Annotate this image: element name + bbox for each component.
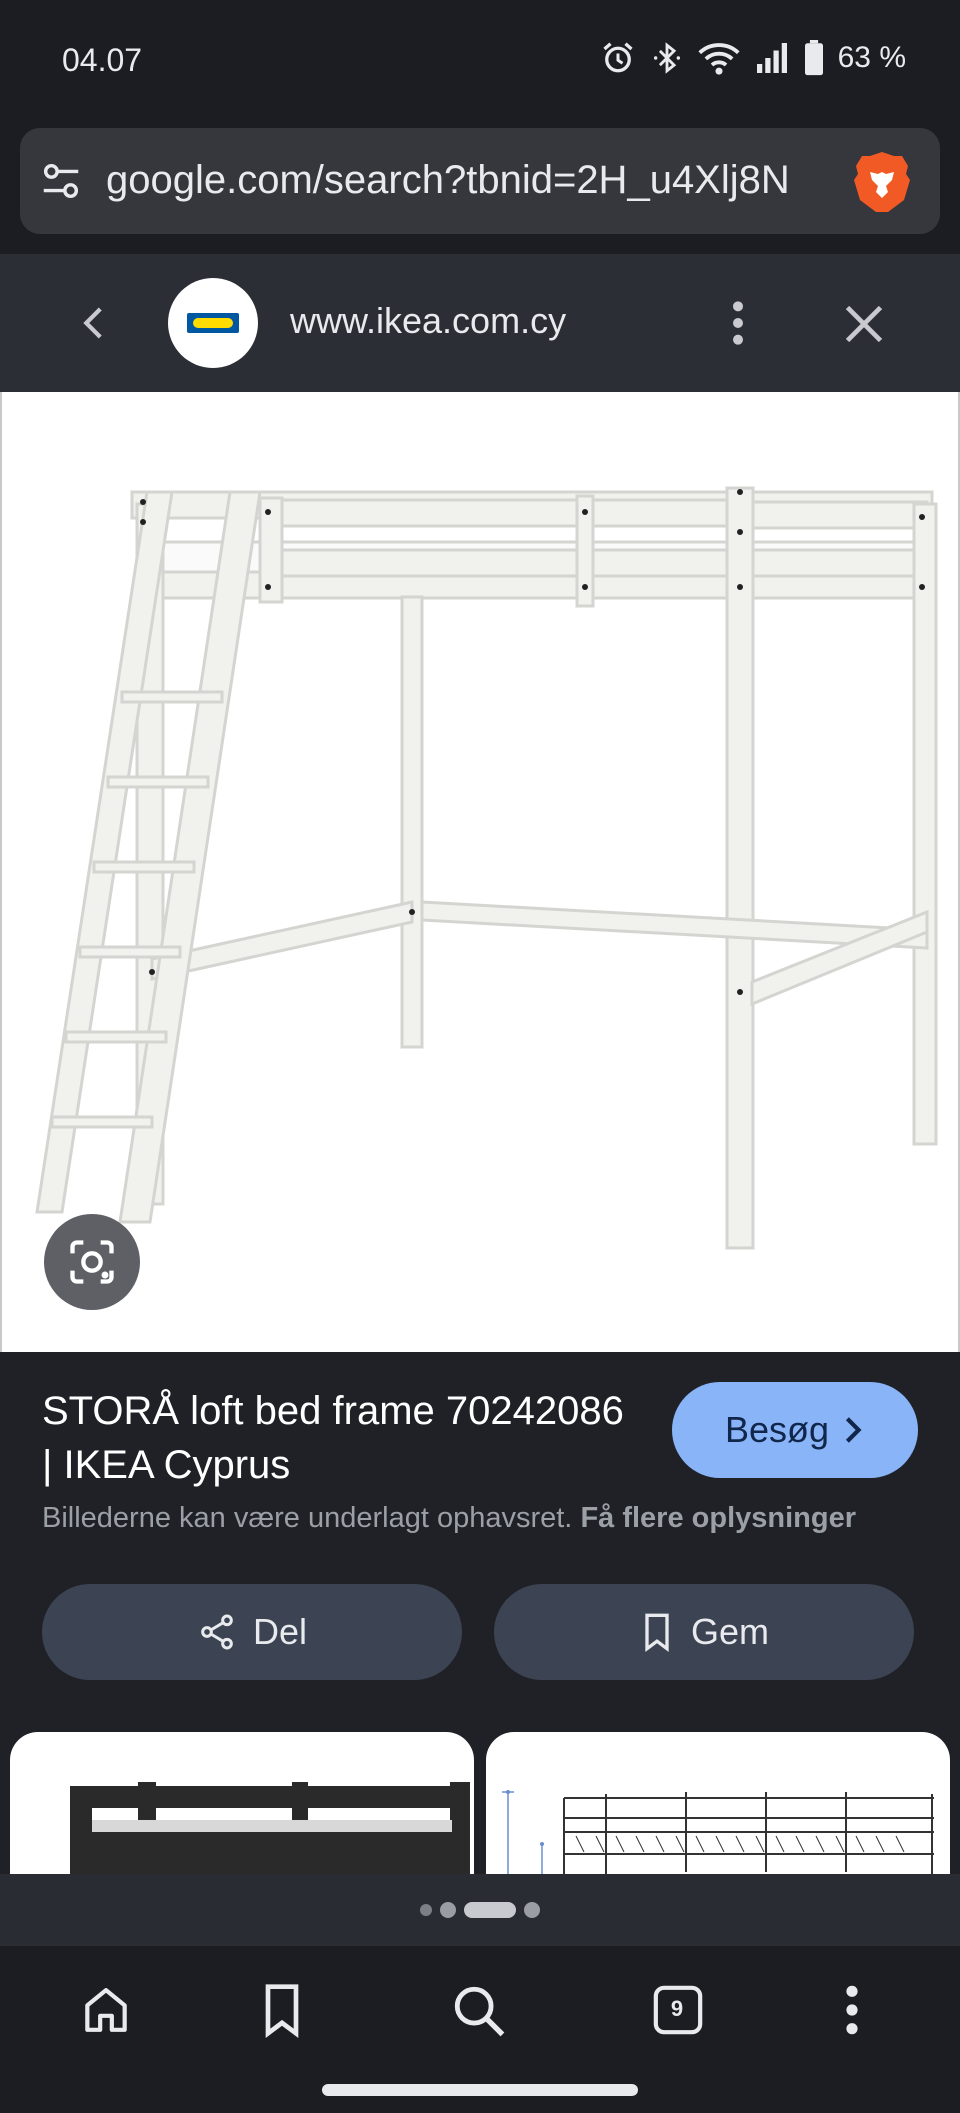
chevron-right-icon xyxy=(845,1417,862,1443)
bluetooth-icon xyxy=(653,42,680,74)
battery-icon xyxy=(804,40,823,76)
pager-dot[interactable] xyxy=(420,1904,432,1916)
tabs-button[interactable]: 9 xyxy=(650,1982,706,2038)
lens-button[interactable] xyxy=(44,1214,140,1310)
related-image-card[interactable] xyxy=(486,1732,950,1874)
copyright-text: Billederne kan være underlagt ophavsret. xyxy=(42,1502,573,1534)
more-vert-icon[interactable] xyxy=(722,298,754,348)
save-button[interactable]: Gem xyxy=(494,1584,914,1680)
tab-count: 9 xyxy=(670,1996,684,2021)
status-icons: 63 % xyxy=(600,40,906,76)
ikea-logo-mark xyxy=(187,313,239,333)
copyright-link[interactable]: Få flere oplysninger xyxy=(580,1502,856,1534)
battery-percentage: 63 % xyxy=(837,41,906,74)
product-image[interactable] xyxy=(0,392,960,1352)
back-icon[interactable] xyxy=(74,300,116,346)
source-header: www.ikea.com.cy xyxy=(0,254,960,392)
result-title[interactable]: STORÅ loft bed frame 70242086 | IKEA Cyp… xyxy=(42,1384,642,1492)
wifi-icon xyxy=(698,43,740,75)
menu-icon[interactable] xyxy=(836,1982,868,2038)
bottom-nav: 9 xyxy=(0,1946,960,2113)
source-domain[interactable]: www.ikea.com.cy xyxy=(290,300,566,342)
status-bar: 04.07 63 % xyxy=(0,0,960,122)
copyright-notice: Billederne kan være underlagt ophavsret.… xyxy=(42,1502,856,1535)
pager-dot-active[interactable] xyxy=(464,1902,516,1918)
gesture-bar[interactable] xyxy=(322,2084,638,2096)
related-image-dimension-drawing xyxy=(502,1790,934,1874)
related-images xyxy=(0,1732,960,1874)
bookmark-icon[interactable] xyxy=(256,1982,308,2038)
address-bar[interactable]: google.com/search?tbnid=2H_u4Xlj8N xyxy=(20,128,940,234)
lens-icon xyxy=(70,1240,114,1284)
pager-dot[interactable] xyxy=(440,1902,456,1918)
brave-shield-icon[interactable] xyxy=(852,150,912,214)
related-image-dark-bed xyxy=(70,1782,470,1874)
visit-label: Besøg xyxy=(724,1409,830,1450)
url-text[interactable]: google.com/search?tbnid=2H_u4Xlj8N xyxy=(106,158,838,208)
loft-bed-illustration xyxy=(35,486,938,1250)
share-label: Del xyxy=(252,1611,308,1652)
status-time: 04.07 xyxy=(62,42,143,78)
share-icon xyxy=(201,1614,233,1650)
browser-toolbar: google.com/search?tbnid=2H_u4Xlj8N xyxy=(0,122,960,254)
alarm-icon xyxy=(603,42,633,73)
tune-icon[interactable] xyxy=(38,158,84,204)
related-image-card[interactable] xyxy=(10,1732,474,1874)
signal-icon xyxy=(756,43,787,73)
share-button[interactable]: Del xyxy=(42,1584,462,1680)
bookmark-icon xyxy=(645,1613,669,1652)
close-icon[interactable] xyxy=(842,302,886,346)
search-icon[interactable] xyxy=(450,1982,508,2040)
pager-dot[interactable] xyxy=(524,1902,540,1918)
visit-button[interactable]: Besøg xyxy=(672,1382,918,1478)
result-info: STORÅ loft bed frame 70242086 | IKEA Cyp… xyxy=(0,1352,960,1732)
home-icon[interactable] xyxy=(78,1982,134,2038)
save-label: Gem xyxy=(690,1611,769,1652)
ikea-logo[interactable] xyxy=(168,278,258,368)
image-pager xyxy=(0,1874,960,1946)
